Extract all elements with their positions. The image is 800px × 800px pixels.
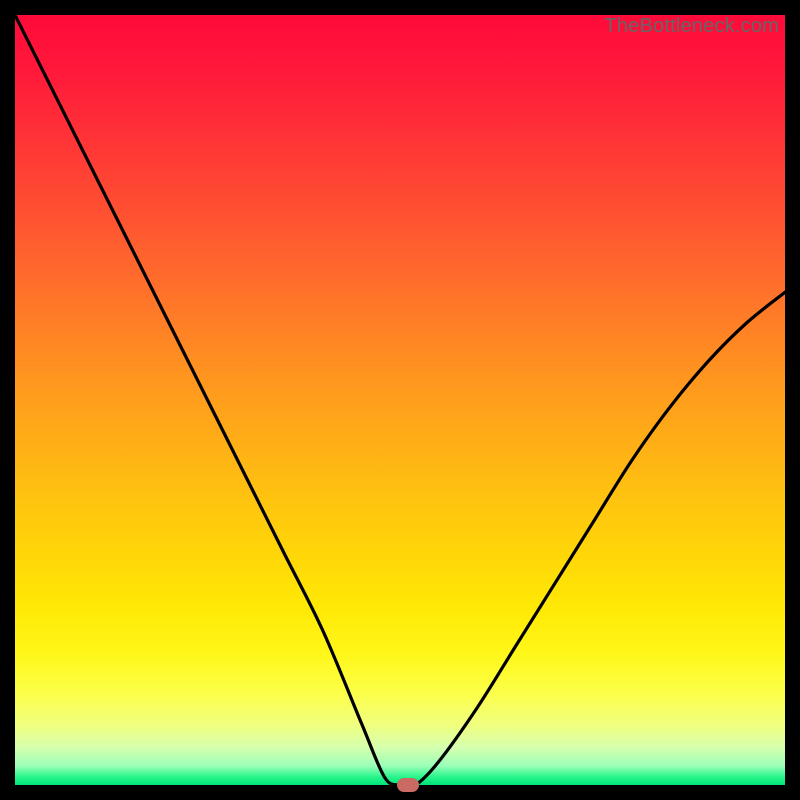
bottleneck-curve	[15, 15, 785, 785]
optimal-point-marker	[397, 778, 419, 792]
chart-frame: TheBottleneck.com	[0, 0, 800, 800]
plot-area: TheBottleneck.com	[15, 15, 785, 785]
curve-path	[15, 15, 785, 787]
